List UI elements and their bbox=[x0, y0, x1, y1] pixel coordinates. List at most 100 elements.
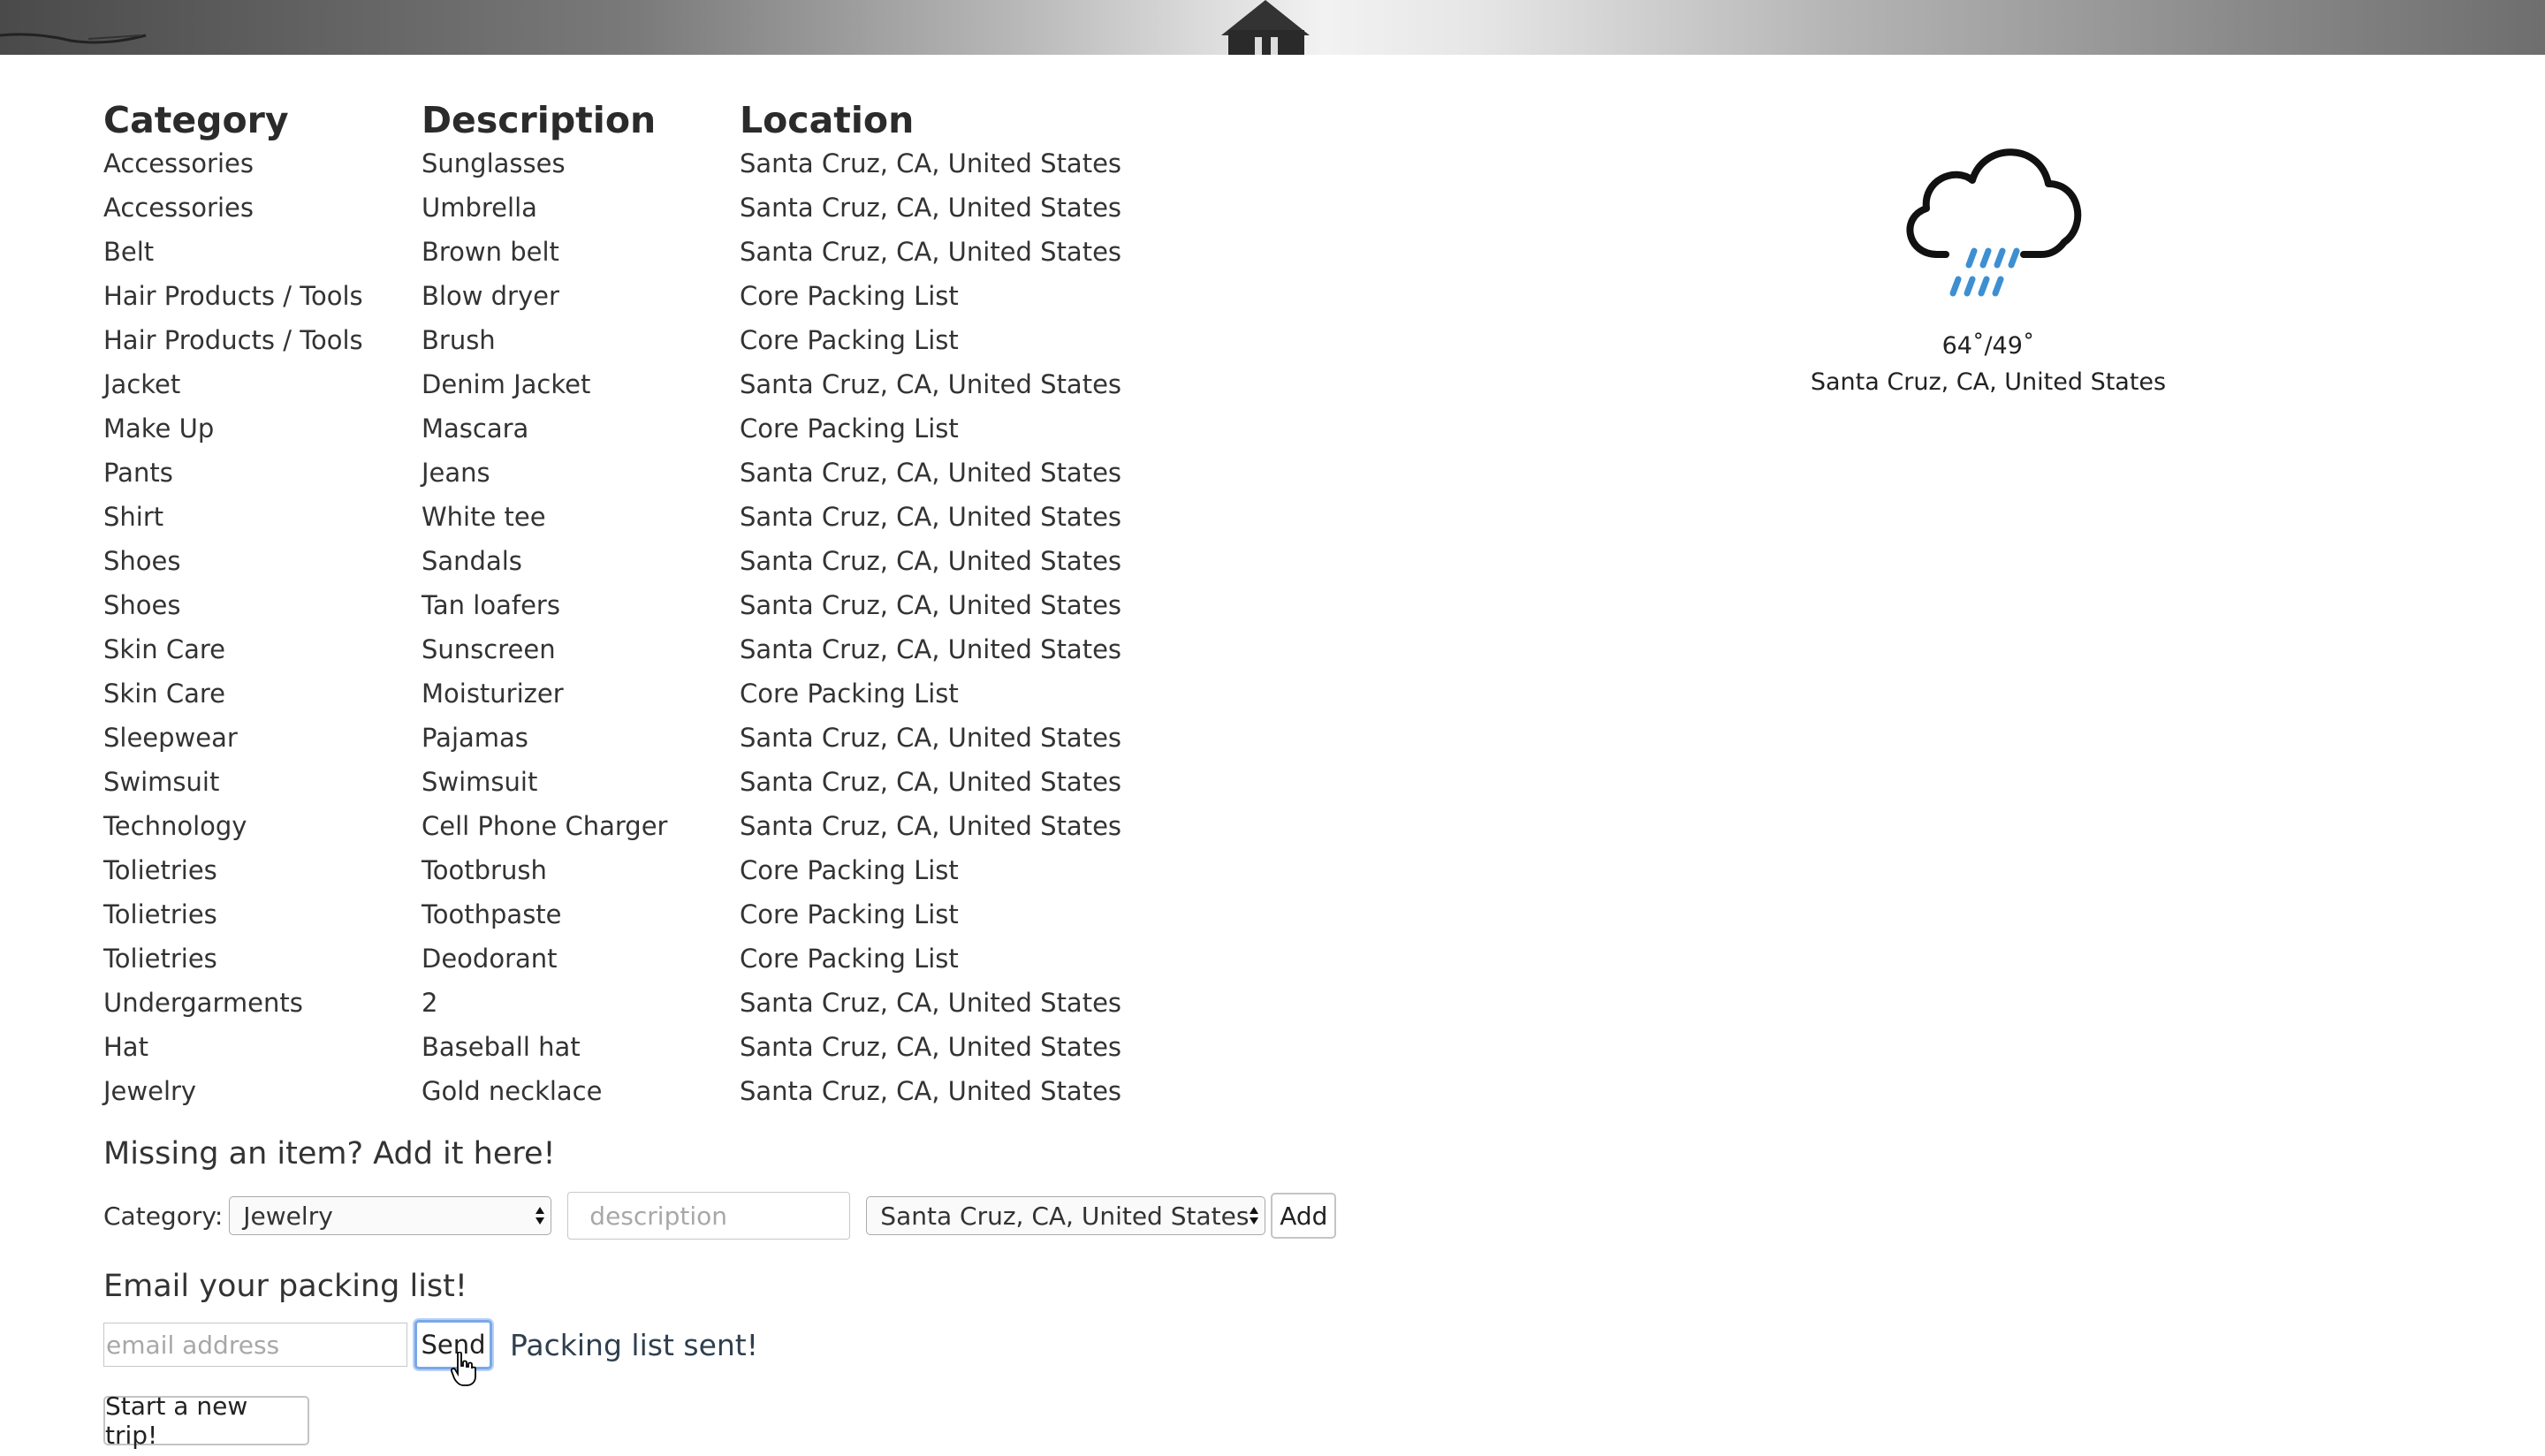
row-description: Tootbrush bbox=[422, 855, 547, 885]
table-row: Tolietries Deodorant Core Packing List bbox=[103, 937, 1181, 981]
add-button[interactable]: Add bbox=[1271, 1193, 1337, 1239]
row-category: Tolietries bbox=[103, 899, 217, 929]
row-category: Swimsuit bbox=[103, 767, 220, 797]
table-row: Technology Cell Phone Charger Santa Cruz, … bbox=[103, 804, 1181, 848]
row-category: Belt bbox=[103, 237, 155, 267]
row-category: Skin Care bbox=[103, 634, 226, 664]
row-description: Sunscreen bbox=[422, 634, 556, 664]
row-location: Santa Cruz, CA, United States bbox=[740, 767, 1122, 797]
row-category: Accessories bbox=[103, 148, 254, 178]
email-placeholder: email address bbox=[106, 1330, 280, 1360]
email-form: email address Send Packing list sent! bbox=[103, 1320, 758, 1369]
row-description: Jeans bbox=[422, 458, 490, 488]
row-description: Brown belt bbox=[422, 237, 559, 267]
weather-location: Santa Cruz, CA, United States bbox=[1810, 368, 2167, 396]
row-description: Toothpaste bbox=[422, 899, 562, 929]
table-row: Tolietries Tootbrush Core Packing List bbox=[103, 848, 1181, 892]
table-row: Hair Products / Tools Blow dryer Core Pack… bbox=[103, 274, 1181, 318]
category-header: Category bbox=[103, 99, 289, 141]
row-location: Santa Cruz, CA, United States bbox=[740, 1032, 1122, 1062]
table-body: Accessories Sunglasses Santa Cruz, CA, Uni… bbox=[103, 141, 1181, 1113]
row-location: Core Packing List bbox=[740, 281, 959, 311]
start-new-trip-button[interactable]: Start a new trip! bbox=[103, 1392, 309, 1450]
page: Category Description Location Accessorie… bbox=[0, 0, 2545, 1456]
category-select[interactable]: Jewelry bbox=[229, 1196, 552, 1235]
row-category: Undergarments bbox=[103, 988, 303, 1018]
row-description: Gold necklace bbox=[422, 1076, 603, 1106]
row-location: Core Packing List bbox=[740, 325, 959, 355]
row-description: Tan loafers bbox=[422, 590, 560, 620]
header-banner bbox=[0, 0, 2545, 55]
row-category: Jewelry bbox=[103, 1076, 197, 1106]
location-select[interactable]: Santa Cruz, CA, United States bbox=[866, 1196, 1266, 1235]
table-row: Accessories Sunglasses Santa Cruz, CA, Uni… bbox=[103, 141, 1181, 186]
row-category: Accessories bbox=[103, 193, 254, 223]
table-row: Accessories Umbrella Santa Cruz, CA, Unite… bbox=[103, 186, 1181, 230]
row-category: Hair Products / Tools bbox=[103, 325, 363, 355]
table-row: Jacket Denim Jacket Santa Cruz, CA, United… bbox=[103, 362, 1181, 406]
row-description: Sunglasses bbox=[422, 148, 566, 178]
row-location: Santa Cruz, CA, United States bbox=[740, 546, 1122, 576]
packing-list-table: Category Description Location Accessorie… bbox=[103, 92, 1181, 1113]
table-row: Hat Baseball hat Santa Cruz, CA, United St… bbox=[103, 1025, 1181, 1069]
add-item-form: Category: Jewelry description Santa Cruz… bbox=[103, 1191, 1337, 1240]
table-row: Skin Care Sunscreen Santa Cruz, CA, United… bbox=[103, 627, 1181, 671]
rain-drop bbox=[1992, 276, 2004, 297]
row-location: Core Packing List bbox=[740, 413, 959, 444]
row-location: Santa Cruz, CA, United States bbox=[740, 237, 1122, 267]
row-location: Core Packing List bbox=[740, 944, 959, 974]
table-row: Belt Brown belt Santa Cruz, CA, United Sta… bbox=[103, 230, 1181, 274]
description-header: Description bbox=[422, 99, 657, 141]
row-description: Pajamas bbox=[422, 723, 528, 753]
row-category: Tolietries bbox=[103, 855, 217, 885]
rain-cloud-icon bbox=[1906, 148, 2082, 297]
banner-image bbox=[0, 0, 1310, 55]
row-description: Baseball hat bbox=[422, 1032, 581, 1062]
row-category: Shoes bbox=[103, 546, 181, 576]
row-category: Tolietries bbox=[103, 944, 217, 974]
table-row: Swimsuit Swimsuit Santa Cruz, CA, United S… bbox=[103, 760, 1181, 804]
row-category: Sleepwear bbox=[103, 723, 238, 753]
row-description: Umbrella bbox=[422, 193, 537, 223]
table-row: Jewelry Gold necklace Santa Cruz, CA, Unit… bbox=[103, 1069, 1181, 1113]
select-arrows-icon bbox=[1250, 1207, 1259, 1225]
table-row: Pants Jeans Santa Cruz, CA, United States bbox=[103, 451, 1181, 495]
row-category: Shirt bbox=[103, 502, 164, 532]
table-row: Hair Products / Tools Brush Core Packing L… bbox=[103, 318, 1181, 362]
rain-drop bbox=[1994, 247, 2006, 269]
table-row: Sleepwear Pajamas Santa Cruz, CA, United S… bbox=[103, 716, 1181, 760]
row-location: Santa Cruz, CA, United States bbox=[740, 1076, 1122, 1106]
row-description: Moisturizer bbox=[422, 679, 564, 709]
row-location: Santa Cruz, CA, United States bbox=[740, 458, 1122, 488]
row-location: Core Packing List bbox=[740, 855, 959, 885]
description-placeholder: description bbox=[589, 1201, 727, 1231]
table-row: Shirt White tee Santa Cruz, CA, United Sta… bbox=[103, 495, 1181, 539]
table-header-row: Category Description Location bbox=[103, 92, 1181, 141]
rain-drop bbox=[1978, 276, 1990, 297]
row-description: Brush bbox=[422, 325, 496, 355]
row-category: Hair Products / Tools bbox=[103, 281, 363, 311]
table-row: Skin Care Moisturizer Core Packing List bbox=[103, 671, 1181, 716]
row-category: Make Up bbox=[103, 413, 215, 444]
row-description: Swimsuit bbox=[422, 767, 538, 797]
row-description: Deodorant bbox=[422, 944, 558, 974]
row-location: Core Packing List bbox=[740, 679, 959, 709]
table-row: Shoes Sandals Santa Cruz, CA, United State… bbox=[103, 539, 1181, 583]
rain-drop bbox=[1949, 276, 1962, 297]
email-input[interactable]: email address bbox=[103, 1323, 407, 1367]
row-category: Skin Care bbox=[103, 679, 226, 709]
description-input[interactable]: description bbox=[567, 1192, 851, 1240]
row-location: Santa Cruz, CA, United States bbox=[740, 723, 1122, 753]
row-description: Denim Jacket bbox=[422, 369, 591, 399]
row-location: Core Packing List bbox=[740, 899, 959, 929]
row-location: Santa Cruz, CA, United States bbox=[740, 148, 1122, 178]
select-arrows-icon bbox=[536, 1207, 545, 1225]
hand-cursor-icon bbox=[451, 1352, 476, 1386]
status-message: Packing list sent! bbox=[510, 1327, 758, 1362]
row-description: Blow dryer bbox=[422, 281, 559, 311]
table-row: Make Up Mascara Core Packing List bbox=[103, 406, 1181, 451]
row-category: Shoes bbox=[103, 590, 181, 620]
row-location: Santa Cruz, CA, United States bbox=[740, 988, 1122, 1018]
rain-drops bbox=[1949, 247, 2020, 297]
category-label: Category: bbox=[103, 1201, 224, 1231]
